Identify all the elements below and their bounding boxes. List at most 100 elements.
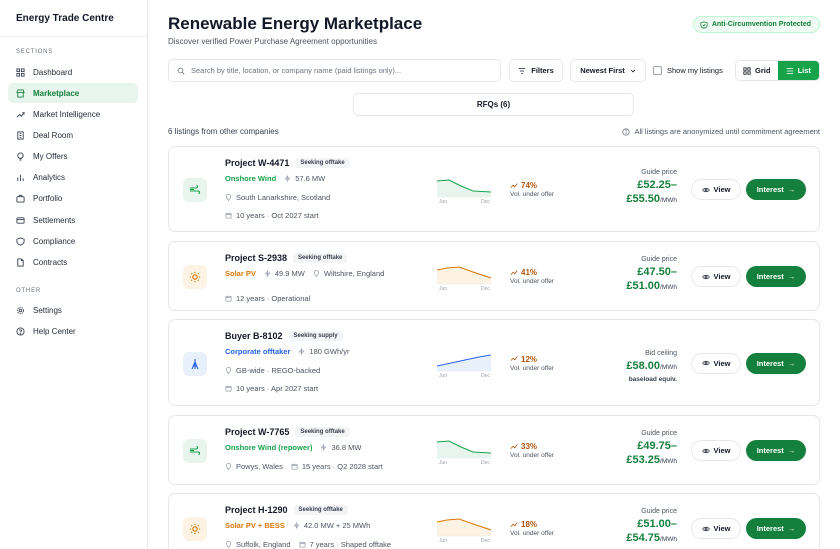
location: South Lanarkshire, Scotland: [225, 193, 330, 202]
sidebar-item-label: Portfolio: [33, 193, 63, 203]
view-button[interactable]: View: [691, 518, 741, 539]
term: 10 years · Oct 2027 start: [225, 211, 319, 220]
trend-caption: Vol. under offer: [510, 530, 554, 537]
price-unit: /MWh: [660, 197, 677, 204]
view-toggle: Grid List: [735, 60, 820, 81]
listing-card[interactable]: Project S-2938 Seeking offtake Solar PV …: [168, 241, 820, 311]
sparkline-end-label: Dec: [481, 538, 490, 544]
listing-card[interactable]: Project H-1290 Seeking offtake Solar PV …: [168, 493, 820, 549]
interest-button[interactable]: Interest →: [746, 352, 806, 374]
bolt-icon: [298, 348, 305, 355]
capacity-value: 36.8 MW: [331, 443, 362, 452]
view-button[interactable]: View: [691, 266, 741, 287]
sidebar-item-my-offers[interactable]: My Offers: [8, 146, 138, 166]
arrow-right-icon: →: [787, 524, 796, 533]
sidebar-item-label: My Offers: [33, 151, 68, 161]
view-label: View: [713, 446, 731, 455]
bolt-icon: [320, 444, 327, 451]
divider: [0, 36, 147, 37]
listing-title-row: Project W-7765 Seeking offtake: [225, 427, 350, 437]
capacity: 57.6 MW: [284, 174, 325, 183]
price-value: £47.50– £51.00/MWh: [626, 265, 677, 295]
interest-button[interactable]: Interest →: [746, 518, 806, 539]
listing-title: Project H-1290: [225, 505, 288, 515]
interest-button[interactable]: Interest →: [746, 440, 806, 461]
price-unit: /MWh: [660, 458, 677, 465]
sidebar-item-contracts[interactable]: Contracts: [8, 252, 138, 272]
sort-select[interactable]: Newest First: [570, 59, 646, 82]
term: 15 years · Q2 2028 start: [291, 462, 383, 471]
listing-card[interactable]: Buyer B-8102 Seeking supply Corporate of…: [168, 319, 820, 406]
grid-view-button[interactable]: Grid: [736, 61, 778, 80]
filters-button[interactable]: Filters: [509, 59, 563, 82]
protection-badge: Anti-Circumvention Protected: [692, 16, 820, 33]
view-label: View: [713, 272, 731, 281]
view-label: View: [713, 524, 731, 533]
price-unit: /MWh: [660, 363, 677, 371]
sidebar-item-portfolio[interactable]: Portfolio: [8, 188, 138, 208]
listing-specs: Solar PV + BESS 42.0 MW + 25 MWh: [225, 521, 378, 530]
sidebar-item-marketplace[interactable]: Marketplace: [8, 83, 138, 103]
my-listings-toggle[interactable]: Show my listings: [653, 59, 723, 82]
calendar-icon: [225, 385, 232, 392]
location: GB-wide · REGO-backed: [225, 366, 320, 375]
listing-location-term: GB-wide · REGO-backed: [225, 366, 328, 375]
search-input[interactable]: Search by title, location, or company na…: [168, 59, 501, 82]
listing-card[interactable]: Project W-4471 Seeking offtake Onshore W…: [168, 146, 820, 232]
view-label: View: [713, 358, 731, 368]
location-value: GB-wide · REGO-backed: [236, 366, 321, 375]
sidebar-item-settings[interactable]: Settings: [8, 300, 138, 320]
interest-button[interactable]: Interest →: [746, 179, 806, 200]
sidebar-item-dashboard[interactable]: Dashboard: [8, 62, 138, 82]
sidebar-item-settlements[interactable]: Settlements: [8, 210, 138, 230]
store-icon: [16, 88, 25, 98]
location-value: Suffolk, England: [236, 540, 291, 549]
trend-caption: Vol. under offer: [510, 278, 554, 285]
sparkline-area: [437, 180, 491, 197]
wind-icon: [183, 439, 207, 463]
arrow-right-icon: →: [787, 358, 796, 368]
list-view-button[interactable]: List: [777, 61, 819, 80]
listing-specs: Onshore Wind 57.6 MW: [225, 174, 333, 183]
capacity: 36.8 MW: [320, 443, 361, 452]
term-value: 10 years · Oct 2027 start: [236, 211, 319, 220]
eye-icon: [701, 360, 710, 366]
volume-trend: 74%: [510, 181, 537, 190]
price-unit: /MWh: [660, 284, 677, 291]
term-value: 12 years · Operational: [236, 294, 311, 303]
trend-value: 41%: [521, 268, 538, 277]
price-high-row: £54.75/MWh: [626, 531, 677, 547]
tab-rfqs[interactable]: RFQs (6): [353, 93, 634, 116]
sidebar-item-help-center[interactable]: Help Center: [8, 321, 138, 341]
sidebar-item-market-intelligence[interactable]: Market Intelligence: [8, 104, 138, 124]
price-unit: /MWh: [660, 536, 677, 543]
view-button[interactable]: View: [691, 352, 741, 374]
sparkline-end-label: Dec: [481, 286, 490, 292]
sidebar-item-analytics[interactable]: Analytics: [8, 167, 138, 187]
trend-up-icon: [510, 182, 518, 188]
listing-location-term: Suffolk, England 7 years · Shaped offtak…: [225, 540, 399, 549]
trend-caption: Vol. under offer: [510, 452, 554, 459]
listing-card[interactable]: Project W-7765 Seeking offtake Onshore W…: [168, 415, 820, 485]
sidebar-item-label: Dashboard: [33, 67, 73, 77]
status-badge: Seeking offtake: [295, 427, 350, 437]
price-label: Guide price: [641, 256, 677, 263]
listing-specs: Corporate offtaker 180 GWh/yr: [225, 347, 357, 356]
sidebar-item-label: Deal Room: [33, 130, 74, 140]
interest-button[interactable]: Interest →: [746, 266, 806, 287]
trend-value: 18%: [521, 520, 538, 529]
technology-label: Onshore Wind (repower): [225, 443, 313, 452]
sidebar-item-compliance[interactable]: Compliance: [8, 231, 138, 251]
view-button[interactable]: View: [691, 179, 741, 200]
listing-location-term: Powys, Wales 15 years · Q2 2028 start: [225, 462, 391, 471]
list-icon: [786, 67, 793, 74]
eye-icon: [701, 274, 710, 279]
eye-icon: [701, 526, 710, 531]
trend-icon: [16, 110, 25, 119]
sidebar-item-deal-room[interactable]: Deal Room: [8, 125, 138, 145]
view-button[interactable]: View: [691, 440, 741, 461]
my-listings-checkbox[interactable]: [653, 66, 662, 75]
listing-location-term: South Lanarkshire, Scotland: [225, 193, 338, 202]
price-value: £49.75– £53.25/MWh: [626, 439, 677, 469]
location: Suffolk, England: [225, 540, 291, 549]
